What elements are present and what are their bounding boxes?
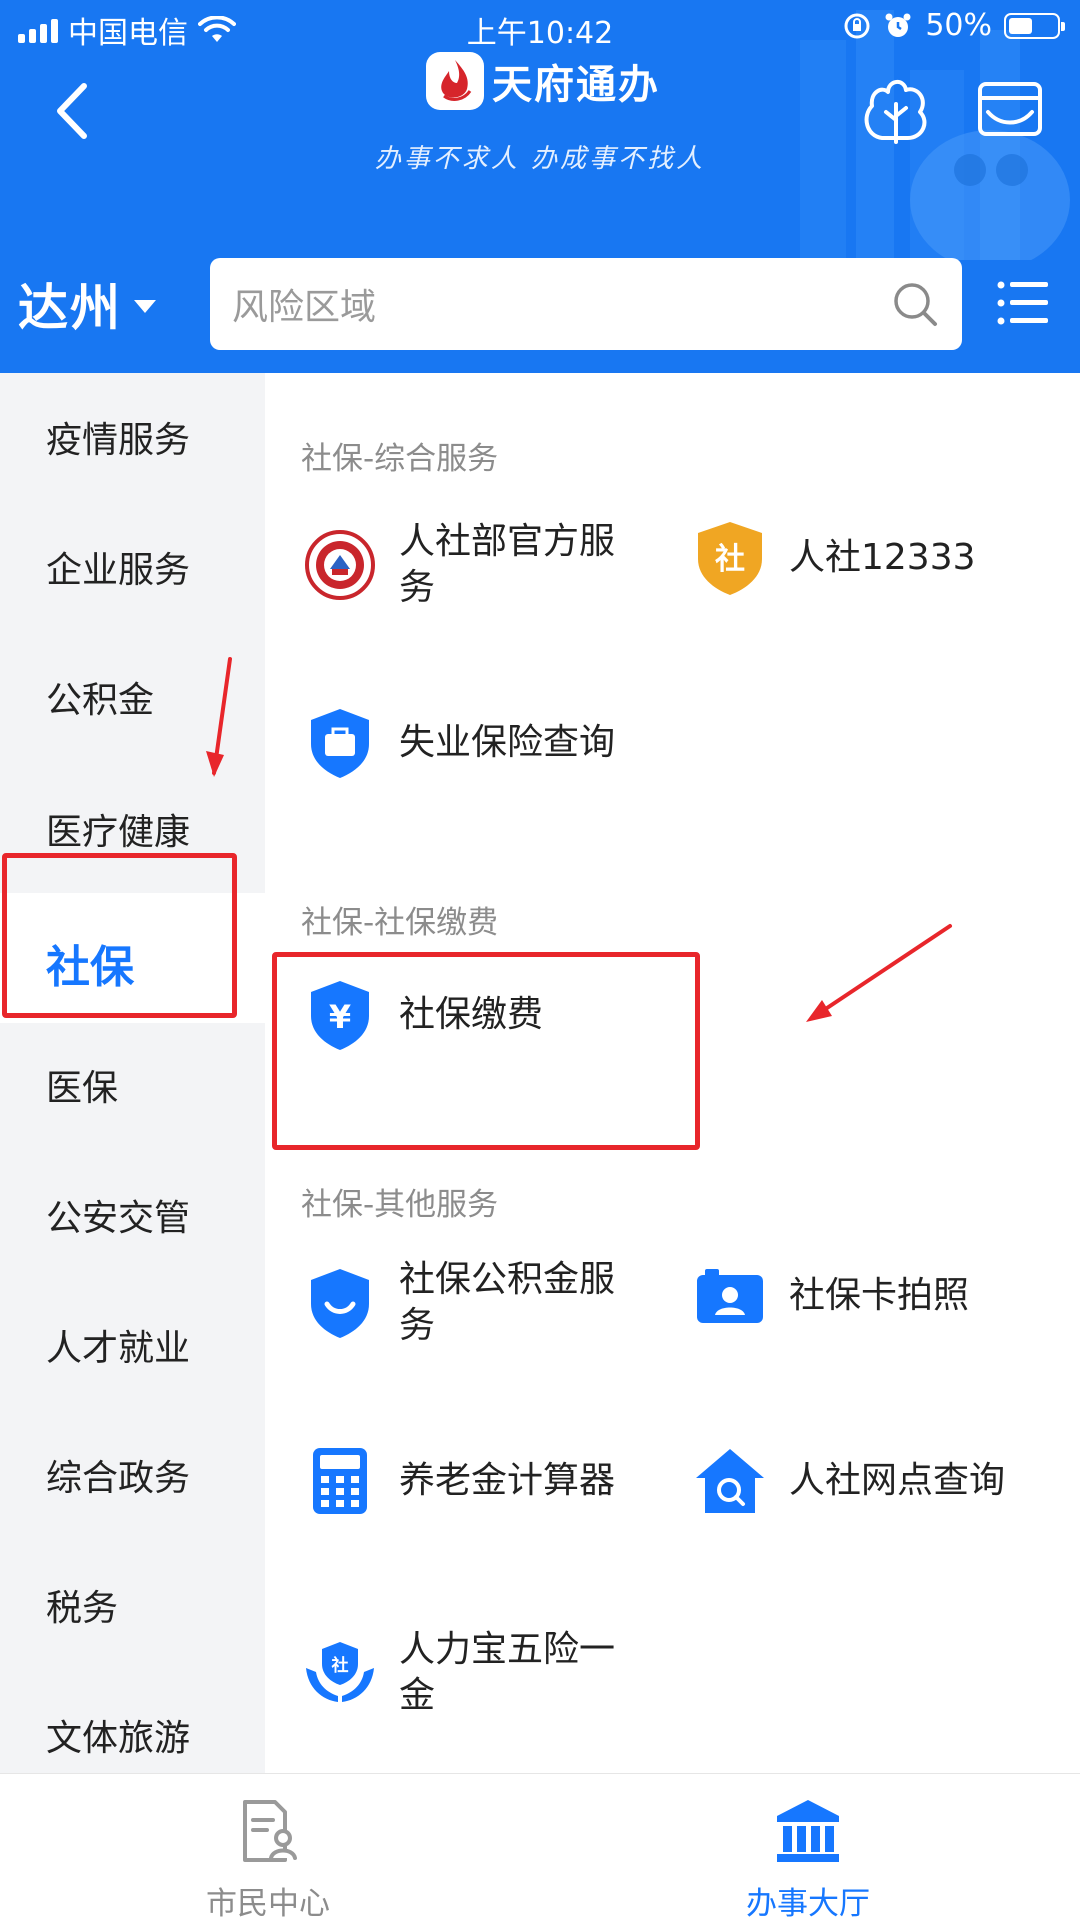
tab-service-hall[interactable]: 办事大厅 — [708, 1798, 908, 1919]
section-title: 社保-其他服务 — [301, 1187, 499, 1223]
card-wallet-icon[interactable] — [976, 78, 1044, 140]
section-title: 社保-社保缴费 — [301, 905, 499, 941]
back-arrow-icon[interactable] — [44, 78, 104, 144]
house-search-icon — [691, 1442, 769, 1520]
service-label: 人力宝五险一金 — [399, 1629, 616, 1716]
alarm-icon — [885, 13, 911, 37]
tab-label: 市民中心 — [206, 1886, 330, 1919]
hands-shield-icon: 社 — [301, 1634, 379, 1712]
service-label: 养老金计算器 — [399, 1460, 616, 1501]
sidebar-item-housing-fund[interactable]: 公积金 — [0, 633, 265, 763]
app-logo: 天府通办 — [426, 52, 660, 110]
service-mohrss-official[interactable]: 人社部官方服务 — [301, 519, 661, 611]
sidebar-item-label: 医疗健康 — [46, 812, 191, 853]
status-bar: 中国电信 上午10:42 50% — [0, 0, 1080, 52]
sidebar-item-public-security[interactable]: 公安交管 — [0, 1153, 265, 1283]
service-ss-housing-fund[interactable]: 社保公积金服务 — [301, 1257, 661, 1349]
search-placeholder: 风险区域 — [232, 287, 377, 328]
smile-shield-icon — [301, 1264, 379, 1342]
sidebar-item-label: 税务 — [46, 1588, 119, 1629]
tab-citizen-center[interactable]: 市民中心 — [168, 1798, 368, 1919]
service-label: 社保公积金服务 — [399, 1259, 616, 1346]
search-bar[interactable]: 风险区域 — [210, 258, 962, 350]
sidebar-item-label: 文体旅游 — [46, 1718, 191, 1759]
battery-percent: 50% — [925, 8, 992, 43]
bottom-tab-bar: 市民中心 办事大厅 — [0, 1773, 1080, 1919]
search-icon[interactable] — [890, 279, 940, 329]
sidebar-item-label: 综合政务 — [46, 1458, 191, 1499]
category-sidebar: 疫情服务 企业服务 公积金 医疗健康 社保 医保 公安交管 人才就业 综合政务 … — [0, 373, 265, 1773]
sidebar-item-label: 企业服务 — [46, 550, 191, 591]
svg-text:社: 社 — [331, 1655, 349, 1676]
service-pension-calculator[interactable]: 养老金计算器 — [301, 1442, 661, 1520]
city-selector[interactable]: 达州 — [18, 268, 156, 340]
battery-icon — [1004, 12, 1065, 39]
service-hrss-12333[interactable]: 社 人社12333 — [691, 519, 1051, 597]
sidebar-item-culture-tourism[interactable]: 文体旅游 — [0, 1673, 265, 1773]
header: 中国电信 上午10:42 50% 天府通办 办事不求人 办成事不找人 达州 风险… — [0, 0, 1080, 373]
service-label: 失业保险查询 — [399, 722, 616, 763]
section-title: 社保-综合服务 — [301, 441, 499, 477]
svg-text:¥: ¥ — [329, 998, 351, 1036]
sidebar-item-general-affairs[interactable]: 综合政务 — [0, 1413, 265, 1543]
sidebar-item-label: 疫情服务 — [46, 420, 191, 461]
government-building-icon — [777, 1800, 839, 1862]
tree-icon[interactable] — [858, 72, 934, 148]
service-label: 社保缴费 — [399, 994, 544, 1035]
service-label: 人社12333 — [789, 537, 976, 578]
clock: 上午10:42 — [466, 16, 614, 51]
sidebar-item-medical-health[interactable]: 医疗健康 — [0, 763, 265, 893]
sidebar-item-talent-employment[interactable]: 人才就业 — [0, 1283, 265, 1413]
sidebar-item-medical-insurance[interactable]: 医保 — [0, 1023, 265, 1153]
app-name: 天府通办 — [492, 61, 660, 108]
city-label: 达州 — [18, 279, 122, 337]
shield-she-badge-icon: 社 — [691, 519, 769, 597]
sidebar-item-label: 社保 — [46, 942, 134, 993]
flame-logo-icon — [426, 52, 484, 110]
svg-text:社: 社 — [715, 542, 745, 577]
sidebar-item-epidemic[interactable]: 疫情服务 — [0, 373, 265, 503]
service-ss-card-photo[interactable]: 社保卡拍照 — [691, 1257, 1051, 1335]
service-hrss-outlet-search[interactable]: 人社网点查询 — [691, 1442, 1051, 1520]
service-renlibao-insurance[interactable]: 社 人力宝五险一金 — [301, 1627, 661, 1719]
service-social-security-payment[interactable]: ¥ 社保缴费 — [301, 976, 601, 1054]
service-list: 社保-综合服务 人社部官方服务 社 人社12333 失业保险查询 社保-社保缴费… — [265, 373, 1080, 1773]
calculator-icon — [301, 1442, 379, 1520]
list-menu-icon[interactable] — [996, 278, 1050, 328]
yuan-shield-icon: ¥ — [301, 976, 379, 1054]
service-label: 人社部官方服务 — [399, 521, 616, 608]
document-person-icon — [243, 1800, 297, 1862]
service-label: 人社网点查询 — [789, 1460, 1006, 1501]
id-photo-icon — [691, 1257, 769, 1335]
service-unemployment-query[interactable]: 失业保险查询 — [301, 704, 661, 782]
tab-label: 办事大厅 — [746, 1886, 870, 1919]
sidebar-item-enterprise[interactable]: 企业服务 — [0, 503, 265, 633]
service-label: 社保卡拍照 — [789, 1275, 970, 1316]
briefcase-shield-icon — [301, 704, 379, 782]
sidebar-item-label: 公积金 — [46, 680, 155, 721]
sidebar-item-tax[interactable]: 税务 — [0, 1543, 265, 1673]
sidebar-item-label: 人才就业 — [46, 1328, 191, 1369]
sidebar-item-label: 公安交管 — [46, 1198, 191, 1239]
social-security-emblem-icon — [301, 526, 379, 604]
caret-down-icon — [134, 299, 156, 313]
orientation-lock-icon — [844, 13, 870, 38]
sidebar-item-label: 医保 — [46, 1068, 119, 1109]
sidebar-item-social-security[interactable]: 社保 — [0, 893, 265, 1023]
